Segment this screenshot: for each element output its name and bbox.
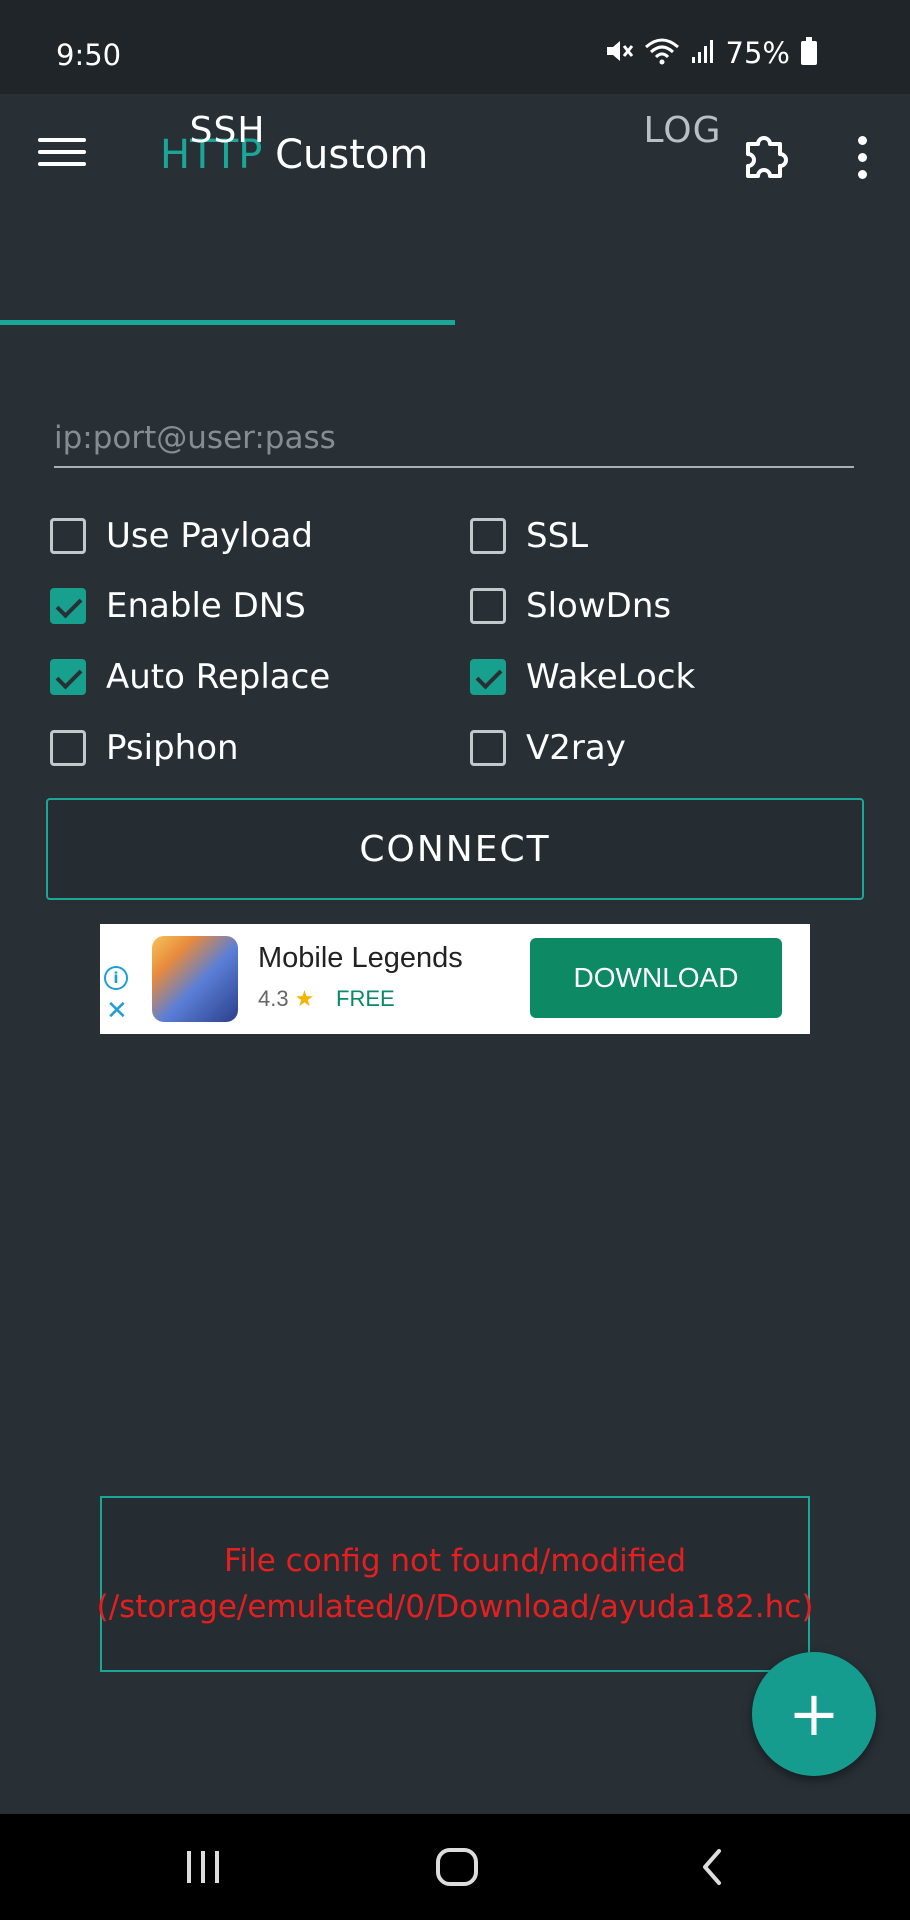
system-nav-bar [0,1814,910,1920]
ssh-account-input[interactable] [54,410,854,468]
option-use-payload[interactable]: Use Payload [50,516,313,556]
option-v2ray[interactable]: V2ray [470,728,626,768]
add-fab-button[interactable]: + [752,1652,876,1776]
battery-icon [800,36,818,70]
app-bar: HTTP Custom SSH LOG [0,94,910,330]
close-icon[interactable]: ✕ [106,998,128,1024]
option-label: Auto Replace [106,657,331,697]
option-label: Psiphon [106,728,239,768]
option-enable-dns[interactable]: Enable DNS [50,586,306,626]
option-label: WakeLock [526,657,696,697]
checkbox-v2ray[interactable] [470,730,506,766]
checkbox-auto-replace[interactable] [50,659,86,695]
wifi-icon [644,37,680,69]
option-psiphon[interactable]: Psiphon [50,728,239,768]
option-label: Use Payload [106,516,313,556]
battery-percent: 75% [725,36,790,70]
tab-indicator [0,320,455,325]
option-wakelock[interactable]: WakeLock [470,657,695,697]
ad-download-button[interactable]: DOWNLOAD [530,938,782,1018]
mute-icon [604,37,634,69]
checkbox-ssl[interactable] [470,518,506,554]
star-icon: ★ [294,986,315,1011]
error-message: File config not found/modified (/storage… [97,1496,813,1672]
checkbox-enable-dns[interactable] [50,588,86,624]
checkbox-slowdns[interactable] [470,588,506,624]
option-label: SSL [526,516,589,556]
status-time: 9:50 [56,38,122,72]
ad-price: FREE [336,986,395,1011]
ad-banner[interactable]: i ✕ Mobile Legends 4.3 ★ FREE DOWNLOAD [100,924,810,1034]
status-icons: 75% [604,36,818,70]
checkbox-use-payload[interactable] [50,518,86,554]
tab-log[interactable]: LOG [455,94,910,186]
option-slowdns[interactable]: SlowDns [470,586,671,626]
connect-button[interactable]: CONNECT [46,798,864,900]
tab-ssh[interactable]: SSH [0,94,455,186]
back-icon[interactable] [652,1814,772,1920]
info-icon[interactable]: i [104,966,128,990]
checkbox-wakelock[interactable] [470,659,506,695]
option-label: SlowDns [526,586,672,626]
ad-app-icon [152,936,238,1022]
option-label: Enable DNS [106,586,306,626]
status-bar: 9:50 75% [0,0,910,94]
ad-rating-value: 4.3 [258,986,289,1011]
ad-app-name: Mobile Legends [258,942,463,974]
recent-apps-icon[interactable] [143,1814,263,1920]
checkbox-psiphon[interactable] [50,730,86,766]
option-ssl[interactable]: SSL [470,516,588,556]
signal-icon [690,37,716,69]
home-icon[interactable] [397,1814,517,1920]
option-auto-replace[interactable]: Auto Replace [50,657,330,697]
option-label: V2ray [526,728,626,768]
ad-rating: 4.3 ★ [258,986,320,1012]
